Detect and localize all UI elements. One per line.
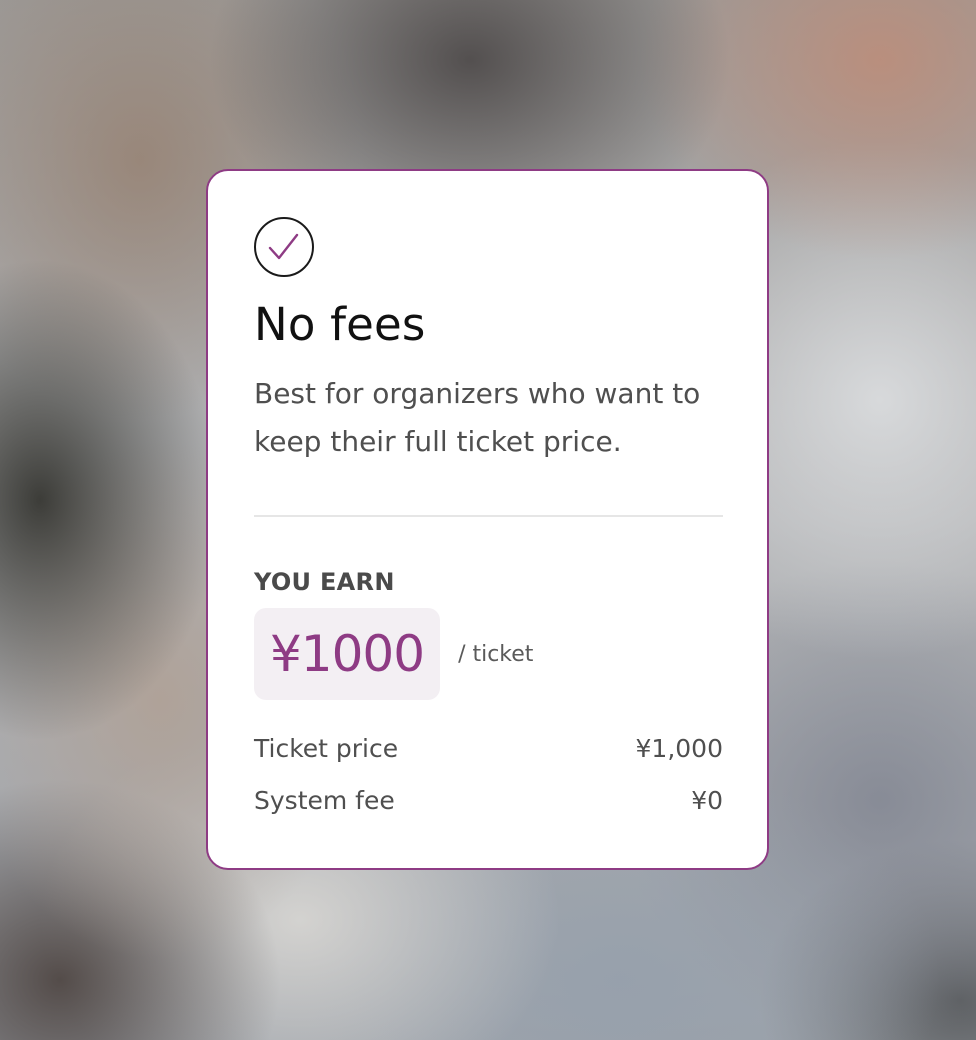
breakdown-row-ticket-price: Ticket price ¥1,000 [254,722,723,774]
earn-row: ¥1000 / ticket [254,608,721,700]
check-icon [254,217,314,277]
checkmark-glyph [268,233,299,260]
earn-amount: ¥1000 [270,625,425,683]
breakdown-label: System fee [254,785,395,815]
earn-amount-box: ¥1000 [254,608,441,700]
breakdown-value: ¥1,000 [635,733,723,763]
divider [254,515,723,517]
breakdown-label: Ticket price [254,733,399,763]
plan-description: Best for organizers who want to keep the… [254,377,701,458]
plan-title: No fees [254,298,426,351]
earn-label: YOU EARN [254,568,395,596]
breakdown-row-system-fee: System fee ¥0 [254,774,723,826]
plan-card[interactable]: No fees Best for organizers who want to … [206,169,769,870]
breakdown-value: ¥0 [691,785,723,815]
price-breakdown: Ticket price ¥1,000 System fee ¥0 [254,722,723,826]
earn-unit: / ticket [458,641,534,667]
